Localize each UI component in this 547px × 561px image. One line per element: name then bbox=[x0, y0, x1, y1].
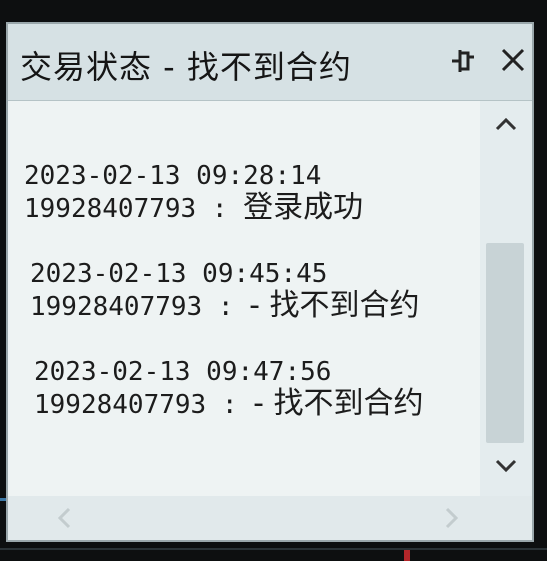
log-timestamp: 2023-02-13 09:45:45 bbox=[30, 259, 328, 289]
vertical-scrollbar[interactable] bbox=[480, 101, 532, 496]
screen-divider bbox=[0, 548, 547, 550]
log-account: 19928407793 : bbox=[24, 194, 228, 224]
chevron-up-icon bbox=[495, 117, 517, 131]
horizontal-scrollbar[interactable] bbox=[8, 496, 480, 540]
pin-icon bbox=[452, 50, 474, 72]
log-account: 19928407793 : bbox=[34, 390, 238, 420]
log-account: 19928407793 : bbox=[30, 292, 234, 322]
background-blue-mark bbox=[0, 498, 6, 501]
close-button[interactable] bbox=[498, 44, 528, 76]
chevron-right-icon bbox=[445, 507, 459, 529]
trade-status-window: 交易状态 - 找不到合约 2023-02-13 09:28:14 1992840… bbox=[6, 22, 534, 542]
scroll-right-button[interactable] bbox=[438, 504, 464, 532]
close-icon bbox=[501, 48, 525, 72]
background-red-mark bbox=[404, 550, 410, 561]
chevron-down-icon bbox=[495, 459, 517, 473]
log-content[interactable]: 2023-02-13 09:28:14 19928407793 : 登录成功 2… bbox=[8, 101, 480, 496]
log-line: 19928407793 : - 找不到合约 bbox=[30, 290, 420, 323]
log-message: 登录成功 bbox=[243, 190, 364, 225]
scroll-left-button[interactable] bbox=[52, 504, 78, 532]
scroll-thumb[interactable] bbox=[486, 243, 524, 443]
pin-button[interactable] bbox=[448, 46, 476, 76]
scroll-up-button[interactable] bbox=[492, 111, 520, 139]
log-line: 19928407793 : - 找不到合约 bbox=[34, 388, 424, 421]
log-entry: 2023-02-13 09:45:45 19928407793 : - 找不到合… bbox=[30, 259, 420, 323]
chevron-left-icon bbox=[57, 507, 71, 529]
log-line: 19928407793 : 登录成功 bbox=[24, 192, 363, 225]
log-entry: 2023-02-13 09:28:14 19928407793 : 登录成功 bbox=[24, 161, 363, 225]
log-message: - 找不到合约 bbox=[253, 386, 424, 421]
log-entry: 2023-02-13 09:47:56 19928407793 : - 找不到合… bbox=[34, 357, 424, 421]
scroll-down-button[interactable] bbox=[492, 451, 520, 479]
title-bar[interactable]: 交易状态 - 找不到合约 bbox=[8, 24, 532, 101]
log-timestamp: 2023-02-13 09:47:56 bbox=[34, 357, 332, 387]
log-timestamp: 2023-02-13 09:28:14 bbox=[24, 161, 322, 191]
window-title: 交易状态 - 找不到合约 bbox=[20, 48, 352, 86]
log-message: - 找不到合约 bbox=[249, 288, 420, 323]
scrollbar-corner bbox=[480, 496, 532, 540]
